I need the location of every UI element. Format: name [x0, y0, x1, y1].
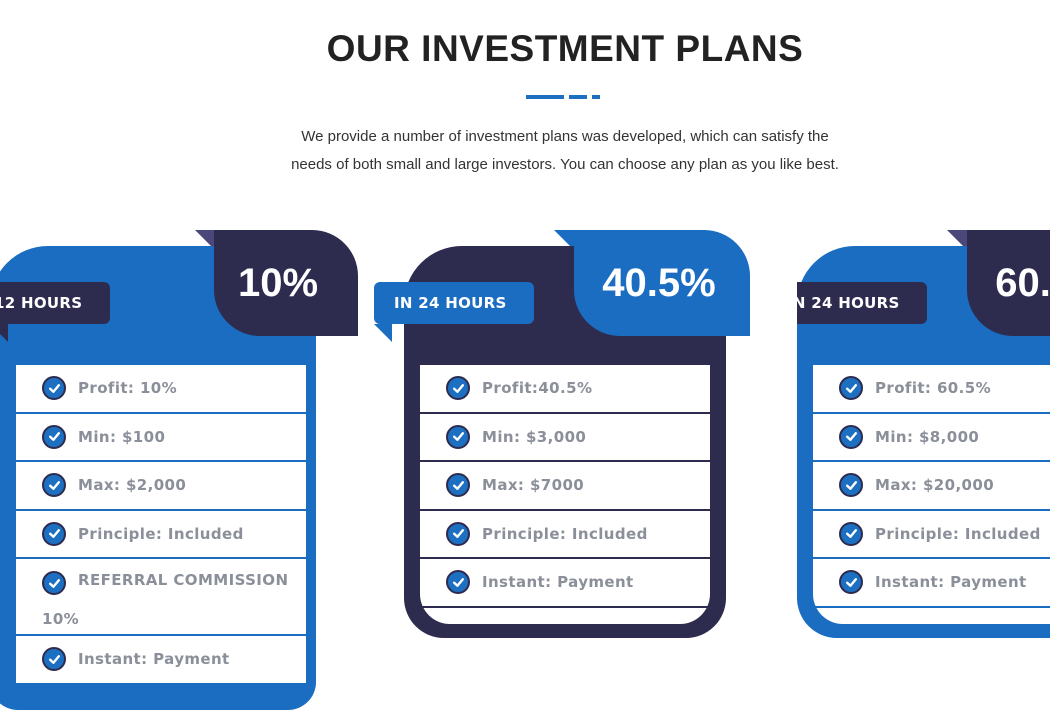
- plan-feature-list: Profit: 10% Min: $100 Max: $2,000 Princi…: [16, 365, 306, 685]
- plan-feature-list: Profit:40.5% Min: $3,000 Max: $7000 Prin…: [420, 365, 710, 624]
- check-icon: [446, 424, 470, 449]
- plan-duration-badge: IN 24 HOURS: [374, 282, 534, 324]
- plan-card-2[interactable]: 40.5% IN 24 HOURS Profit:40.5% Min: $3,0…: [374, 230, 750, 710]
- feature-text: Profit: 60.5%: [875, 379, 991, 398]
- plan-feature-list: Profit: 60.5% Min: $8,000 Max: $20,000 P…: [813, 365, 1050, 624]
- check-icon: [839, 521, 863, 546]
- feature-text: Principle: Included: [78, 524, 244, 543]
- check-icon: [42, 473, 66, 498]
- feature-text: Instant: Payment: [482, 573, 634, 592]
- title-underline-short: [592, 95, 600, 99]
- feature-item: REFERRAL COMMISSION 10%: [16, 559, 306, 636]
- feature-text: Principle: Included: [482, 524, 648, 543]
- description-line-1: We provide a number of investment plans …: [301, 128, 829, 145]
- feature-item: Min: $3,000: [420, 414, 710, 462]
- plan-card-3[interactable]: 60.5% IN 24 HOURS Profit: 60.5% Min: $8,…: [797, 230, 1050, 710]
- plan-card-1[interactable]: 10% 12 HOURS Profit: 10% Min: $100 Max: …: [0, 230, 358, 710]
- plan-duration-badge: IN 24 HOURS: [797, 282, 927, 324]
- check-icon: [446, 376, 470, 401]
- check-icon: [446, 570, 470, 595]
- check-icon: [446, 521, 470, 546]
- feature-item: Max: $20,000: [813, 462, 1050, 511]
- section-title: OUR INVESTMENT PLANS: [326, 28, 804, 69]
- check-icon: [42, 647, 66, 672]
- feature-item: Instant: Payment: [16, 636, 306, 685]
- badge-tail: [374, 324, 392, 342]
- feature-text: Profit: 10%: [78, 379, 178, 398]
- check-icon: [839, 570, 863, 595]
- plan-duration-badge: 12 HOURS: [0, 282, 110, 324]
- feature-text: Min: $3,000: [482, 427, 587, 446]
- feature-item: Profit: 10%: [16, 365, 306, 414]
- feature-text: Max: $20,000: [875, 476, 995, 495]
- feature-item: Instant: Payment: [420, 559, 710, 608]
- feature-text: Principle: Included: [875, 524, 1041, 543]
- feature-text: Min: $8,000: [875, 427, 980, 446]
- feature-item: Profit: 60.5%: [813, 365, 1050, 414]
- plan-percent: 40.5%: [602, 261, 716, 305]
- badge-tail: [0, 324, 8, 342]
- feature-text: Max: $2,000: [78, 476, 187, 495]
- feature-text: Instant: Payment: [78, 650, 230, 669]
- feature-text: Max: $7000: [482, 476, 585, 495]
- check-icon: [42, 571, 66, 595]
- feature-item: Max: $2,000: [16, 462, 306, 511]
- feature-item: Instant: Payment: [813, 559, 1050, 608]
- feature-item: Profit:40.5%: [420, 365, 710, 414]
- feature-item: Max: $7000: [420, 462, 710, 511]
- feature-text-continued: 10%: [42, 609, 80, 628]
- feature-item: Min: $100: [16, 414, 306, 462]
- check-icon: [42, 376, 66, 401]
- feature-text: Instant: Payment: [875, 573, 1027, 592]
- feature-text: Profit:40.5%: [482, 379, 593, 398]
- section-description: We provide a number of investment plans …: [270, 123, 860, 179]
- check-icon: [42, 424, 66, 449]
- plan-percent: 60.5%: [995, 261, 1050, 305]
- feature-item: Principle: Included: [16, 511, 306, 559]
- check-icon: [839, 376, 863, 401]
- description-line-2: needs of both small and large investors.…: [291, 156, 839, 173]
- feature-text: REFERRAL COMMISSION: [78, 571, 289, 589]
- feature-item: Min: $8,000: [813, 414, 1050, 462]
- feature-item: Principle: Included: [420, 511, 710, 559]
- check-icon: [839, 424, 863, 449]
- feature-item: Principle: Included: [813, 511, 1050, 559]
- check-icon: [42, 521, 66, 546]
- title-underline-long: [526, 95, 564, 99]
- check-icon: [839, 473, 863, 498]
- check-icon: [446, 473, 470, 498]
- feature-text: Min: $100: [78, 427, 166, 446]
- title-underline-mid: [569, 95, 587, 99]
- plan-percent: 10%: [237, 261, 319, 305]
